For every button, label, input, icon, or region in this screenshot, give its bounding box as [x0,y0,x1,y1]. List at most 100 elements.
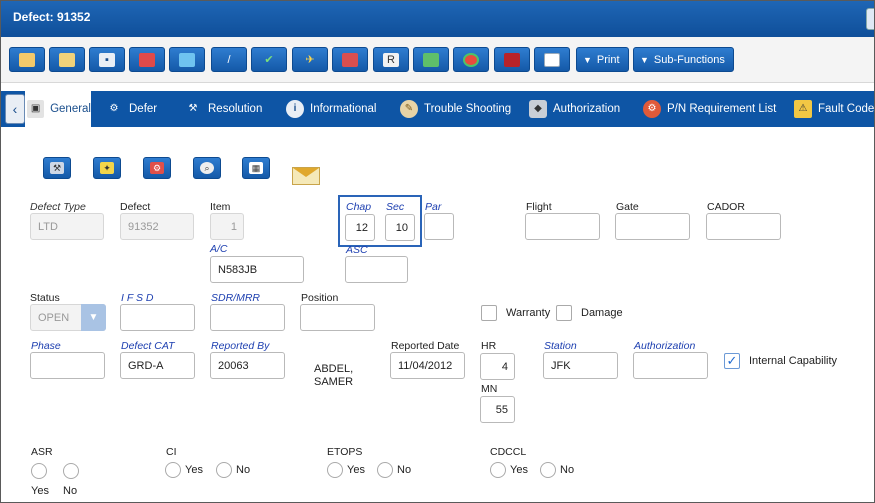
damage-label: Damage [581,307,623,319]
tab-label: Fault Code [818,103,875,115]
etops-yes-radio[interactable] [327,462,343,478]
ci-label: CI [166,446,177,458]
tab-informational[interactable]: i Informational [286,91,376,127]
flight-field[interactable] [525,213,600,240]
attach-icon: / [227,53,231,66]
chevron-down-icon: ▼ [640,54,649,65]
item-label: Item [210,201,231,213]
gears-icon: ⚙ [643,100,661,118]
copy-icon [59,52,75,67]
ifsd-field[interactable] [120,304,195,331]
sec-field[interactable]: 10 [385,214,415,241]
notes-button[interactable] [169,47,205,72]
asr-no-radio[interactable] [63,463,79,479]
ifsd-label: I F S D [121,292,154,304]
warranty-checkbox[interactable] [481,305,497,321]
tab-scroll-left-button[interactable]: ‹ [5,94,25,124]
ci-yes-radio[interactable] [165,462,181,478]
mn-label: MN [481,383,498,395]
tab-fault-code[interactable]: ⚠ Fault Code [794,91,874,127]
authorization-field[interactable] [633,352,708,379]
tab-general[interactable]: ▣ General [25,91,91,127]
mn-field[interactable]: 55 [480,396,515,423]
tab-trouble-shooting[interactable]: ✎ Trouble Shooting [400,91,511,127]
gate-field[interactable] [615,213,690,240]
cdccl-yes-radio[interactable] [490,462,506,478]
chevron-down-icon[interactable]: ▼ [81,304,106,331]
defect-cat-field[interactable]: GRD-A [120,352,195,379]
small-tool-button-5[interactable]: ▦ [242,157,270,179]
etops-yes-label: Yes [347,464,365,476]
sdr-mrr-field[interactable] [210,304,285,331]
hr-field[interactable]: 4 [480,353,515,380]
tab-label: Authorization [553,103,621,115]
print-report-button[interactable]: R [373,47,409,72]
position-field[interactable] [300,304,375,331]
authorization-label: Authorization [634,340,696,352]
chap-label: Chap [346,201,372,213]
gears-icon: ⚙ [150,162,164,174]
cdccl-no-radio[interactable] [540,462,556,478]
status-label: Status [30,292,60,304]
window-button[interactable] [534,47,570,72]
station-field[interactable]: JFK [543,352,618,379]
plane-button[interactable]: ✈ [292,47,328,72]
asr-label: ASR [31,446,53,458]
small-tool-button-1[interactable]: ⚒ [43,157,71,179]
defect-cat-label: Defect CAT [121,340,175,352]
item-field: 1 [210,213,244,240]
phase-field[interactable] [30,352,105,379]
ac-field[interactable]: N583JB [210,256,304,283]
defect-type-label: Defect Type [30,201,86,213]
internal-capability-checkbox[interactable]: ✓ [724,353,740,369]
transfer-button[interactable] [413,47,449,72]
delete-button[interactable] [494,47,530,72]
defect-field: 91352 [120,213,194,240]
small-tool-button-2[interactable]: ✦ [93,157,121,179]
tab-defer[interactable]: ⚙ Defer [105,91,158,127]
etops-no-radio[interactable] [377,462,393,478]
sub-functions-menu-button[interactable]: ▼ Sub-Functions [633,47,734,72]
reported-by-field[interactable]: 20063 [210,352,285,379]
new-record-icon [19,52,35,67]
toolbar: ▪ / ✔ ✈ R ▼ Print ▼ Sub-Functions [1,37,874,83]
damage-checkbox[interactable] [556,305,572,321]
status-button[interactable] [453,47,489,72]
asr-yes-radio[interactable] [31,463,47,479]
cador-field[interactable] [706,213,781,240]
window-title: Defect: 91352 [13,10,91,24]
asc-field[interactable] [345,256,408,283]
parts-button[interactable] [332,47,368,72]
window-control-button[interactable] [866,8,874,30]
ci-no-radio[interactable] [216,462,232,478]
check-icon: ✔ [264,53,274,66]
tab-authorization[interactable]: ◆ Authorization [529,91,620,127]
attach-button[interactable]: / [211,47,247,72]
tools-icon: ⚒ [188,103,198,114]
check-button[interactable]: ✔ [251,47,287,72]
eraser-button[interactable] [129,47,165,72]
par-field[interactable] [424,213,454,240]
save-button[interactable]: ▪ [89,47,125,72]
station-label: Station [544,340,577,352]
defect-label: Defect [120,201,151,213]
print-report-icon: R [383,52,399,67]
tab-pn-requirement-list[interactable]: ⚙ P/N Requirement List [643,91,776,127]
save-icon: ▪ [99,52,115,67]
small-tool-button-4[interactable]: ⌕ [193,157,221,179]
reported-date-field[interactable]: 11/04/2012 [390,352,465,379]
asr-no-label: No [63,485,78,497]
asc-label: ASC [346,244,368,256]
sdr-mrr-label: SDR/MRR [211,292,260,304]
print-menu-button[interactable]: ▼ Print [576,47,629,72]
copy-button[interactable] [49,47,85,72]
tab-resolution[interactable]: ⚒ Resolution [184,91,263,127]
new-record-button[interactable] [9,47,45,72]
email-icon[interactable] [292,167,320,185]
chap-field[interactable]: 12 [345,214,375,241]
search-icon: ⌕ [200,162,214,174]
cdccl-label: CDCCL [490,446,527,458]
parts-icon [342,52,358,67]
small-tool-button-3[interactable]: ⚙ [143,157,171,179]
asr-yes-label: Yes [31,485,49,497]
